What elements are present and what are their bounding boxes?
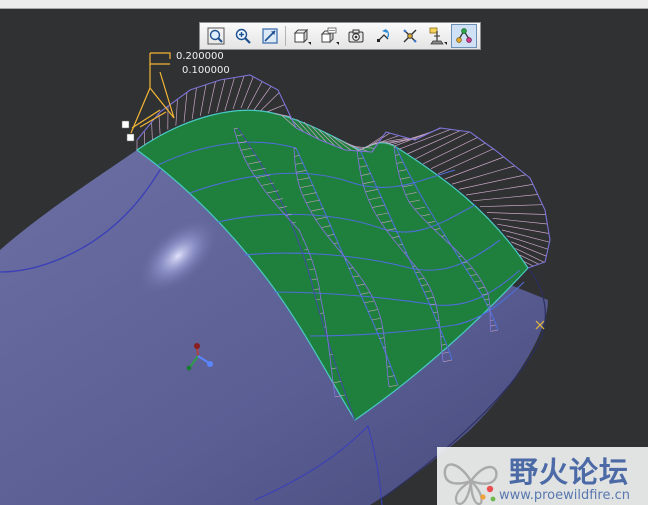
comb-tooth	[472, 194, 538, 202]
repaint-button[interactable]	[370, 24, 396, 48]
comb-tooth	[183, 92, 188, 123]
spin-center-button[interactable]	[397, 24, 423, 48]
modeling-window: 0.200000 0.100000 野火论坛 www.proewildfire.…	[0, 0, 648, 505]
comb-tooth	[151, 122, 153, 140]
curvature-analysis-icon	[456, 28, 472, 43]
comb-tooth	[407, 130, 461, 155]
repaint-icon	[376, 29, 389, 42]
scale-label-lower: 0.100000	[182, 65, 230, 76]
curvature-analysis-button[interactable]	[450, 24, 478, 48]
model-scene: 0.200000 0.100000	[0, 51, 551, 505]
scale-label-upper: 0.200000	[176, 51, 224, 62]
spin-center-icon	[403, 29, 417, 43]
comb-tooth	[191, 87, 197, 120]
toolbar-separator	[285, 26, 287, 46]
comb-tooth	[479, 204, 543, 208]
butterfly-logo-icon	[443, 463, 498, 505]
comb-tooth	[175, 99, 178, 126]
comb-tooth	[451, 165, 515, 185]
comb-tooth	[497, 223, 549, 234]
view-toolbar	[199, 22, 481, 50]
drag-handle-lower[interactable]	[126, 133, 135, 142]
datum-display-button[interactable]	[424, 24, 450, 48]
comb-tooth	[208, 81, 216, 114]
watermark-title: 野火论坛	[509, 455, 630, 489]
zoom-in-button[interactable]	[230, 24, 256, 48]
comb-tooth	[492, 217, 548, 225]
zoom-area-button[interactable]	[257, 24, 283, 48]
comb-tooth	[465, 184, 534, 196]
graphics-viewport[interactable]: 0.200000 0.100000 野火论坛 www.proewildfire.…	[0, 9, 648, 505]
forum-watermark: 野火论坛 www.proewildfire.cn	[437, 447, 648, 505]
comb-tooth	[444, 156, 504, 180]
display-style-icon	[348, 29, 364, 43]
zoom-area-icon	[262, 28, 278, 44]
display-style-button[interactable]	[343, 24, 369, 48]
comb-tooth	[216, 79, 226, 113]
comb-tooth	[240, 76, 254, 109]
window-top-strip	[0, 0, 648, 9]
zoom-in-icon	[235, 28, 251, 44]
drag-handle-upper[interactable]	[121, 120, 130, 129]
zoom-fit-button[interactable]	[203, 24, 229, 48]
comb-tooth	[266, 104, 286, 113]
saved-views-button[interactable]	[315, 24, 341, 48]
comb-tooth	[253, 86, 272, 111]
comb-tooth	[486, 212, 546, 215]
comb-tooth	[224, 77, 235, 111]
view-orientation-button[interactable]	[288, 24, 314, 48]
watermark-url: www.proewildfire.cn	[499, 488, 630, 503]
zoom-fit-icon	[207, 27, 225, 45]
comb-tooth	[501, 229, 550, 243]
comb-tooth	[199, 84, 207, 116]
